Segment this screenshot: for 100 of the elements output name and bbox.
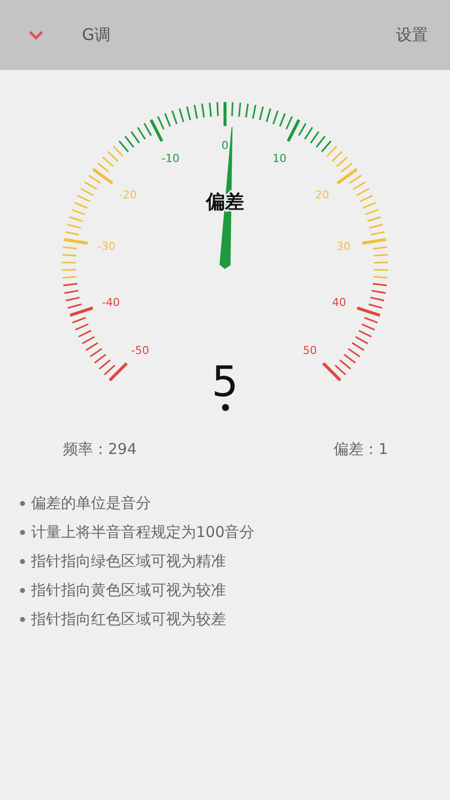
note-text: 偏差的单位是音分: [31, 494, 151, 513]
minor-tick: [374, 262, 388, 264]
scale-label: 10: [272, 152, 286, 166]
minor-tick: [369, 224, 384, 229]
minor-tick: [90, 348, 102, 358]
minor-tick: [130, 131, 140, 144]
minor-tick: [348, 348, 360, 358]
minor-tick: [102, 156, 114, 168]
minor-tick: [373, 276, 388, 279]
minor-tick: [245, 104, 249, 118]
bullet-icon: [20, 617, 25, 622]
minor-tick: [201, 104, 205, 118]
minor-tick: [344, 354, 356, 364]
bullet-icon: [20, 588, 25, 593]
minor-tick: [86, 342, 98, 351]
minor-tick: [334, 364, 346, 376]
minor-tick: [231, 102, 234, 116]
note-reading: 5: [212, 360, 238, 404]
minor-tick: [94, 354, 106, 364]
minor-tick: [352, 181, 366, 190]
major-tick: [356, 306, 380, 317]
major-tick: [64, 238, 88, 245]
minor-tick: [321, 140, 332, 152]
minor-tick: [97, 162, 110, 172]
major-tick: [70, 306, 94, 317]
minor-tick: [62, 262, 76, 264]
major-tick: [92, 168, 114, 185]
note-text: 指针指向绿色区域可视为精准: [31, 552, 226, 571]
minor-tick: [136, 126, 146, 140]
minor-tick: [336, 156, 348, 168]
minor-tick: [144, 123, 152, 136]
stat-text: 频率：294: [63, 440, 137, 459]
minor-tick: [66, 296, 80, 302]
minor-tick: [216, 102, 219, 116]
octave-dot: [222, 404, 228, 411]
minor-tick: [252, 104, 256, 119]
minor-tick: [316, 136, 326, 148]
scale-label: 30: [336, 240, 351, 254]
note-text: 指针指向红色区域可视为较差: [31, 610, 226, 629]
minor-tick: [124, 136, 134, 148]
minor-tick: [238, 102, 242, 117]
major-tick: [150, 119, 164, 142]
minor-tick: [331, 151, 343, 162]
minor-tick: [370, 296, 384, 302]
minor-tick: [64, 290, 78, 294]
caret-icon[interactable]: [26, 28, 46, 42]
bullet-icon: [20, 501, 25, 506]
minor-tick: [339, 359, 352, 370]
major-tick: [336, 168, 358, 185]
stat-text: 偏差：1: [333, 440, 388, 459]
minor-tick: [112, 146, 124, 157]
minor-tick: [104, 364, 116, 376]
minor-tick: [374, 268, 388, 271]
minor-tick: [62, 246, 77, 250]
settings-button[interactable]: 设置: [396, 24, 428, 46]
minor-tick: [62, 276, 77, 279]
minor-tick: [88, 174, 101, 184]
scale-label: -50: [131, 344, 150, 357]
minor-tick: [107, 151, 119, 162]
minor-tick: [372, 290, 386, 294]
minor-tick: [62, 254, 76, 256]
minor-tick: [259, 106, 264, 120]
scale-label: 40: [332, 296, 346, 310]
minor-tick: [194, 104, 198, 119]
major-tick: [362, 238, 386, 245]
minor-tick: [84, 181, 98, 190]
bullet-icon: [20, 530, 25, 535]
minor-tick: [63, 282, 78, 286]
minor-tick: [66, 224, 81, 229]
minor-tick: [310, 131, 320, 144]
minor-tick: [352, 342, 364, 351]
scale-label: -10: [162, 152, 180, 166]
minor-tick: [298, 123, 306, 136]
minor-tick: [373, 246, 388, 250]
scale-label: 50: [302, 344, 317, 357]
minor-tick: [368, 304, 382, 309]
minor-tick: [62, 268, 76, 271]
scale-label: 0: [222, 139, 228, 152]
minor-tick: [370, 231, 385, 236]
scale-label: -40: [102, 296, 120, 310]
scale-label: -20: [118, 188, 137, 202]
minor-tick: [118, 140, 129, 152]
minor-tick: [349, 174, 362, 184]
minor-tick: [374, 254, 388, 256]
major-tick: [286, 119, 300, 142]
minor-tick: [340, 162, 353, 172]
minor-tick: [65, 231, 80, 236]
minor-tick: [326, 146, 338, 157]
scale-label: -30: [98, 240, 116, 254]
minor-tick: [372, 282, 387, 286]
minor-tick: [82, 336, 95, 344]
major-tick: [224, 102, 226, 126]
minor-tick: [355, 336, 368, 344]
major-tick: [322, 362, 342, 382]
minor-tick: [186, 106, 191, 120]
minor-tick: [68, 304, 82, 309]
bullet-icon: [20, 559, 25, 564]
minor-tick: [304, 126, 314, 140]
major-tick: [108, 362, 128, 382]
minor-tick: [208, 102, 212, 117]
